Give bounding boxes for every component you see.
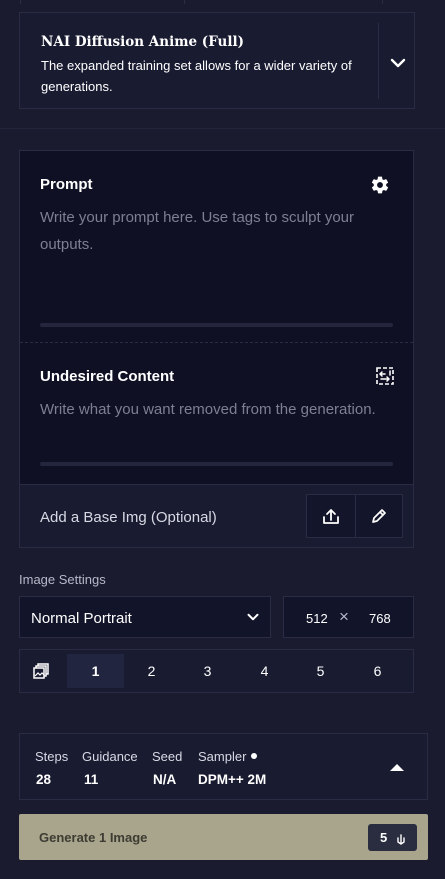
chevron-up-icon[interactable] <box>388 760 406 772</box>
image-count-option[interactable]: 3 <box>179 654 236 688</box>
prompt-panel: Prompt Write your prompt here. Use tags … <box>19 150 414 548</box>
image-count-option[interactable]: 2 <box>123 654 180 688</box>
prompt-placeholder-line2: outputs. <box>40 236 94 253</box>
gear-icon[interactable] <box>370 175 390 195</box>
image-count-option[interactable]: 5 <box>292 654 349 688</box>
prompt-section[interactable]: Prompt Write your prompt here. Use tags … <box>20 151 413 343</box>
chevron-down-icon[interactable] <box>386 51 410 75</box>
sampler-label: Sampler <box>198 749 247 764</box>
chevron-down-icon <box>244 608 262 626</box>
height-input[interactable]: 768 <box>369 611 391 626</box>
sampling-settings[interactable]: Steps 28 Guidance 11 Seed N/A Sampler DP… <box>19 733 428 800</box>
top-tab-divider <box>20 0 80 4</box>
seed-label: Seed <box>152 749 183 764</box>
generate-label: Generate 1 Image <box>39 830 148 845</box>
model-title: NAI Diffusion Anime (Full) <box>41 34 244 50</box>
anlas-cost-badge: 5 <box>368 824 417 851</box>
base-image-label: Add a Base Img (Optional) <box>40 509 217 526</box>
sampler-value: DPM++ 2M <box>198 772 267 787</box>
image-count-selector: 1 2 3 4 5 6 <box>19 649 414 693</box>
guidance-label: Guidance <box>82 749 138 764</box>
resolution-select-value: Normal Portrait <box>31 610 132 627</box>
resolution-select[interactable]: Normal Portrait <box>19 596 271 638</box>
sampler-indicator-dot <box>251 753 257 759</box>
pencil-icon[interactable] <box>369 506 389 526</box>
undesired-toggle-icon[interactable] <box>375 366 395 386</box>
anlas-cost: 5 <box>380 830 388 845</box>
dimensions-input: 512 × 768 <box>283 596 414 638</box>
top-tab-strip <box>0 0 445 4</box>
prompt-scrollbar[interactable] <box>40 323 393 327</box>
prompt-placeholder-line1: Write your prompt here. Use tags to scul… <box>40 209 355 226</box>
width-input[interactable]: 512 <box>306 611 328 626</box>
undesired-scrollbar[interactable] <box>40 462 393 466</box>
top-tab-divider <box>382 0 383 4</box>
image-count-option[interactable]: 1 <box>67 654 124 688</box>
prompt-label: Prompt <box>40 176 93 193</box>
guidance-value: 11 <box>84 772 99 787</box>
model-selector-divider <box>378 23 379 99</box>
generate-button[interactable]: Generate 1 Image 5 <box>19 814 428 860</box>
section-divider <box>0 128 445 129</box>
dimension-separator: × <box>339 607 349 626</box>
model-description: The expanded training set allows for a w… <box>41 58 352 94</box>
steps-label: Steps <box>35 749 69 764</box>
base-image-actions <box>306 494 403 538</box>
anlas-icon <box>396 832 406 845</box>
model-selector[interactable]: NAI Diffusion Anime (Full) The expanded … <box>19 12 415 109</box>
undesired-placeholder: Write what you want removed from the gen… <box>40 401 376 418</box>
base-image-row: Add a Base Img (Optional) <box>20 484 413 547</box>
image-count-option[interactable]: 6 <box>349 654 406 688</box>
images-stack-icon <box>32 662 50 680</box>
undesired-label: Undesired Content <box>40 368 175 385</box>
undesired-section[interactable]: Undesired Content Write what you want re… <box>20 343 413 484</box>
image-count-option[interactable]: 4 <box>236 654 293 688</box>
upload-icon[interactable] <box>321 506 341 526</box>
action-divider <box>355 495 356 537</box>
image-settings-title: Image Settings <box>19 572 106 587</box>
seed-value: N/A <box>153 772 177 787</box>
top-tab-divider <box>184 0 185 4</box>
steps-value: 28 <box>36 772 52 787</box>
